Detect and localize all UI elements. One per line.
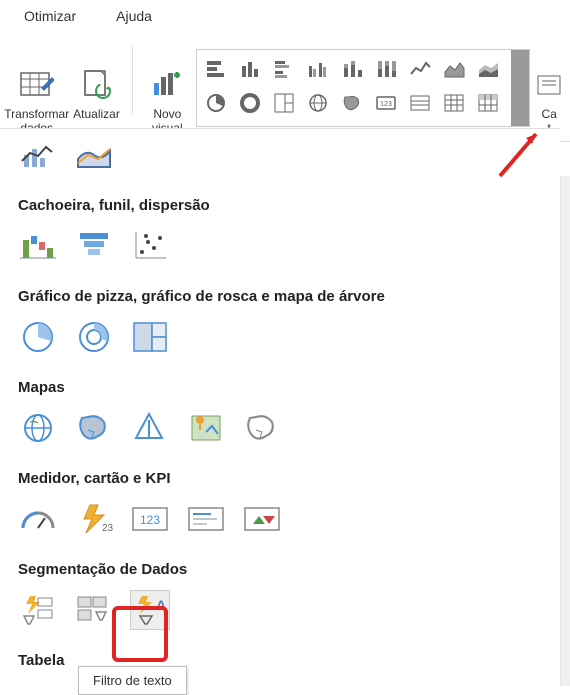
gallery-expand-button[interactable]	[511, 50, 529, 126]
table-pencil-icon	[19, 67, 55, 103]
tooltip: Filtro de texto	[78, 666, 187, 695]
visualization-gallery: 123	[196, 49, 530, 127]
table-icon[interactable]	[441, 90, 467, 116]
category-maps: Mapas	[0, 365, 560, 448]
visualization-dropdown-panel: Cachoeira, funil, dispersão Gráfico de p…	[0, 128, 560, 681]
new-chart-icon	[149, 67, 185, 103]
cat-title: Segmentação de Dados	[18, 561, 542, 578]
category-waterfall: Cachoeira, funil, dispersão	[0, 183, 560, 266]
svg-text:123: 123	[140, 513, 160, 527]
globe-map-icon[interactable]	[18, 408, 58, 448]
filled-map-icon2[interactable]	[74, 408, 114, 448]
line-stacked-column-icon[interactable]	[74, 135, 114, 175]
column-icon[interactable]	[237, 56, 263, 82]
text-box-icon	[531, 67, 567, 103]
treemap-icon[interactable]	[271, 90, 297, 116]
cat-title: Mapas	[18, 379, 542, 396]
ribbon-separator	[132, 45, 133, 115]
slicer-icon[interactable]	[18, 590, 58, 630]
button-slicer-icon[interactable]	[74, 590, 114, 630]
menu-help[interactable]: Ajuda	[116, 8, 152, 24]
waterfall-icon[interactable]	[18, 226, 58, 266]
donut-icon[interactable]	[237, 90, 263, 116]
clustered-column-icon[interactable]	[305, 56, 331, 82]
category-slicer: Segmentação de Dados A	[0, 547, 560, 630]
treemap-chart-icon[interactable]	[130, 317, 170, 357]
stacked-column100-icon[interactable]	[373, 56, 399, 82]
clustered-bar-icon[interactable]	[271, 56, 297, 82]
category-gauge: Medidor, cartão e KPI 23 123	[0, 456, 560, 539]
line-clustered-column-icon[interactable]	[18, 135, 58, 175]
stacked-bar-icon[interactable]	[203, 56, 229, 82]
map-icon[interactable]	[305, 90, 331, 116]
pie-icon[interactable]	[203, 90, 229, 116]
power-kpi-icon[interactable]: 23	[74, 499, 114, 539]
line-icon[interactable]	[407, 56, 433, 82]
panel-scrollbar[interactable]	[560, 176, 570, 686]
arcgis-map-icon[interactable]	[186, 408, 226, 448]
refresh-page-icon	[79, 67, 115, 103]
funnel-icon[interactable]	[74, 226, 114, 266]
filled-map-icon[interactable]	[339, 90, 365, 116]
card-icon[interactable]: 123	[373, 90, 399, 116]
svg-text:A: A	[156, 597, 166, 613]
category-table: Tabela	[0, 638, 560, 669]
kpi-icon[interactable]	[242, 499, 282, 539]
multirow-card-visual-icon[interactable]	[186, 499, 226, 539]
azure-map-icon[interactable]	[130, 408, 170, 448]
card-visual-icon[interactable]: 123	[130, 499, 170, 539]
svg-text:23: 23	[102, 523, 114, 534]
gauge-icon[interactable]	[18, 499, 58, 539]
scatter-icon[interactable]	[130, 226, 170, 266]
donut-chart-icon[interactable]	[74, 317, 114, 357]
area-icon[interactable]	[441, 56, 467, 82]
stacked-area-icon[interactable]	[475, 56, 501, 82]
pie-chart-icon[interactable]	[18, 317, 58, 357]
matrix-icon[interactable]	[475, 90, 501, 116]
cat-title: Gráfico de pizza, gráfico de rosca e map…	[18, 288, 542, 305]
menu-optimize[interactable]: Otimizar	[24, 8, 76, 24]
category-pie: Gráfico de pizza, gráfico de rosca e map…	[0, 274, 560, 357]
cat-title: Cachoeira, funil, dispersão	[18, 197, 542, 214]
shape-map-icon[interactable]	[242, 408, 282, 448]
svg-text:123: 123	[380, 101, 392, 108]
ribbon-toolbar: Transformar dados Atualizar Novo visual	[0, 32, 570, 142]
cat-title: Medidor, cartão e KPI	[18, 470, 542, 487]
text-filter-icon[interactable]: A	[130, 590, 170, 630]
stacked-column-icon[interactable]	[339, 56, 365, 82]
multirow-card-icon[interactable]	[407, 90, 433, 116]
